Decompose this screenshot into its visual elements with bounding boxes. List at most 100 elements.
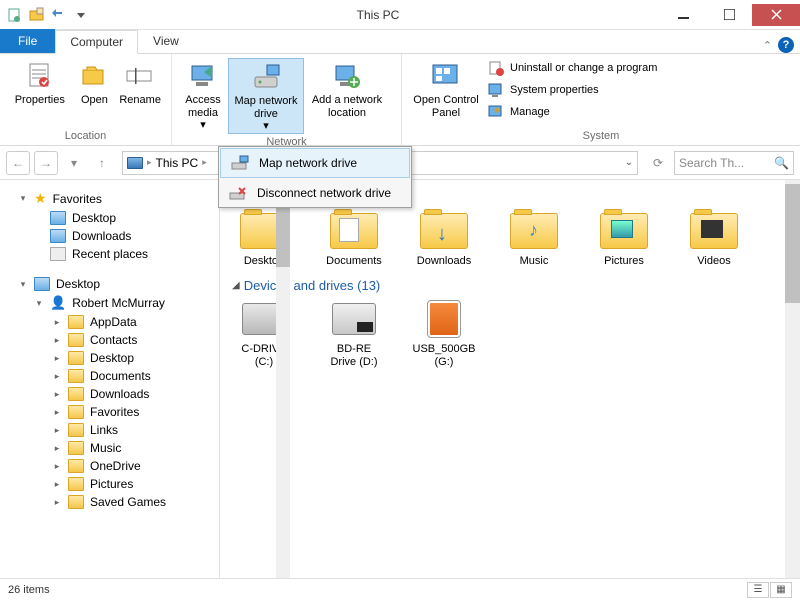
properties-button[interactable]: Properties bbox=[6, 58, 74, 107]
system-group-label: System bbox=[402, 128, 800, 145]
star-icon: ★ bbox=[34, 190, 47, 207]
back-button[interactable]: ← bbox=[6, 151, 30, 175]
search-icon: 🔍 bbox=[774, 156, 789, 170]
folder-icon: ♪ bbox=[510, 213, 558, 249]
computer-tab[interactable]: Computer bbox=[55, 30, 138, 54]
status-bar: 26 items ☰ ▦ bbox=[0, 578, 800, 600]
tree-item[interactable]: ▸Contacts bbox=[0, 331, 219, 349]
qat-new-folder-icon[interactable] bbox=[26, 4, 48, 26]
folder-icon bbox=[50, 211, 66, 225]
folder-icon bbox=[330, 213, 378, 249]
bd-drive-icon bbox=[332, 303, 376, 335]
tree-item[interactable]: ▸Favorites bbox=[0, 403, 219, 421]
uninstall-button[interactable]: Uninstall or change a program bbox=[484, 58, 661, 78]
system-properties-button[interactable]: System properties bbox=[484, 80, 661, 100]
location-group-label: Location bbox=[0, 128, 171, 145]
add-network-location-button[interactable]: Add a network location bbox=[304, 58, 390, 119]
details-view-button[interactable]: ☰ bbox=[747, 582, 769, 598]
folder-icon bbox=[34, 277, 50, 291]
rename-button[interactable]: Rename bbox=[115, 58, 165, 107]
properties-icon bbox=[24, 60, 56, 92]
tree-item[interactable]: ▸AppData bbox=[0, 313, 219, 331]
folder-icon bbox=[50, 229, 66, 243]
drive-g[interactable]: USB_500GB(G:) bbox=[412, 299, 476, 369]
minimize-button[interactable] bbox=[660, 4, 706, 26]
tree-fav-downloads[interactable]: Downloads bbox=[0, 227, 219, 245]
folder-icon bbox=[68, 387, 84, 401]
breadcrumb-this-pc[interactable]: This PC bbox=[156, 156, 199, 170]
recent-icon bbox=[50, 247, 66, 261]
tree-user[interactable]: ▾👤Robert McMurray bbox=[0, 293, 219, 313]
maximize-button[interactable] bbox=[706, 4, 752, 26]
tree-item[interactable]: ▸Links bbox=[0, 421, 219, 439]
control-panel-button[interactable]: Open Control Panel bbox=[408, 58, 484, 119]
close-button[interactable] bbox=[752, 4, 800, 26]
tree-desktop[interactable]: ▾Desktop bbox=[0, 275, 219, 293]
qat-undo-icon[interactable] bbox=[48, 4, 70, 26]
folder-icon bbox=[68, 459, 84, 473]
icons-view-button[interactable]: ▦ bbox=[770, 582, 792, 598]
map-drive-menu-icon bbox=[231, 155, 249, 171]
folder-icon bbox=[68, 333, 84, 347]
map-network-drive-button[interactable]: Map network drive▾ bbox=[228, 58, 304, 134]
folder-downloads[interactable]: ↓Downloads bbox=[412, 211, 476, 268]
qat-properties-icon[interactable] bbox=[4, 4, 26, 26]
tree-item[interactable]: ▸Documents bbox=[0, 367, 219, 385]
title-bar: This PC bbox=[0, 0, 800, 30]
folder-pictures[interactable]: Pictures bbox=[592, 211, 656, 268]
sys-props-icon bbox=[488, 82, 504, 98]
folder-icon bbox=[68, 495, 84, 509]
uninstall-icon bbox=[488, 60, 504, 76]
tree-item[interactable]: ▸OneDrive bbox=[0, 457, 219, 475]
tree-item[interactable]: ▸Music bbox=[0, 439, 219, 457]
folder-music[interactable]: ♪Music bbox=[502, 211, 566, 268]
tree-item[interactable]: ▸Desktop bbox=[0, 349, 219, 367]
address-dropdown-icon[interactable]: ⌄ bbox=[625, 157, 633, 168]
up-button[interactable]: ↑ bbox=[90, 151, 114, 175]
nav-tree: ▾★Favorites Desktop Downloads Recent pla… bbox=[0, 180, 220, 578]
drives-header[interactable]: ◢Devices and drives (13) bbox=[232, 278, 788, 293]
help-icon[interactable]: ? bbox=[778, 37, 794, 53]
search-box[interactable]: Search Th... 🔍 bbox=[674, 151, 794, 175]
collapse-ribbon-icon[interactable]: ⌃ bbox=[763, 39, 772, 52]
file-tab[interactable]: File bbox=[0, 29, 55, 53]
tree-favorites[interactable]: ▾★Favorites bbox=[0, 188, 219, 209]
tree-item[interactable]: ▸Saved Games bbox=[0, 493, 219, 511]
dropdown-map-drive[interactable]: Map network drive bbox=[220, 148, 410, 178]
rename-icon bbox=[124, 60, 156, 92]
tree-fav-recent[interactable]: Recent places bbox=[0, 245, 219, 263]
access-media-icon bbox=[187, 60, 219, 92]
tree-fav-desktop[interactable]: Desktop bbox=[0, 209, 219, 227]
tree-item[interactable]: ▸Pictures bbox=[0, 475, 219, 493]
pc-icon bbox=[127, 157, 143, 169]
dropdown-disconnect-drive[interactable]: Disconnect network drive bbox=[219, 179, 411, 207]
forward-button[interactable]: → bbox=[34, 151, 58, 175]
content-pane: ◢Folders (6) Desktop Documents ↓Download… bbox=[220, 180, 800, 578]
folder-icon bbox=[68, 351, 84, 365]
ribbon-tab-strip: File Computer View ⌃ ? bbox=[0, 30, 800, 54]
folder-icon bbox=[690, 213, 738, 249]
access-media-button[interactable]: Access media▾ bbox=[178, 58, 228, 132]
item-count: 26 items bbox=[8, 584, 50, 596]
refresh-button[interactable]: ⟳ bbox=[646, 151, 670, 175]
view-tab[interactable]: View bbox=[138, 29, 194, 53]
recent-locations-button[interactable]: ▾ bbox=[62, 151, 86, 175]
tree-item[interactable]: ▸Downloads bbox=[0, 385, 219, 403]
folder-documents[interactable]: Documents bbox=[322, 211, 386, 268]
open-icon bbox=[78, 60, 110, 92]
folder-icon bbox=[68, 441, 84, 455]
manage-icon bbox=[488, 104, 504, 120]
map-drive-dropdown: Map network drive Disconnect network dri… bbox=[218, 146, 412, 208]
drive-d[interactable]: BD-REDrive (D:) bbox=[322, 299, 386, 369]
manage-button[interactable]: Manage bbox=[484, 102, 661, 122]
content-scrollbar[interactable] bbox=[785, 180, 800, 578]
search-placeholder: Search Th... bbox=[679, 156, 744, 170]
qat-dropdown-icon[interactable] bbox=[70, 4, 92, 26]
ribbon: Properties Open Rename Location Access m… bbox=[0, 54, 800, 146]
folder-icon bbox=[68, 405, 84, 419]
tree-scrollbar-track[interactable] bbox=[276, 182, 290, 578]
map-drive-icon bbox=[250, 61, 282, 93]
folder-videos[interactable]: Videos bbox=[682, 211, 746, 268]
usb-drive-icon bbox=[428, 301, 460, 337]
open-button[interactable]: Open bbox=[74, 58, 116, 107]
